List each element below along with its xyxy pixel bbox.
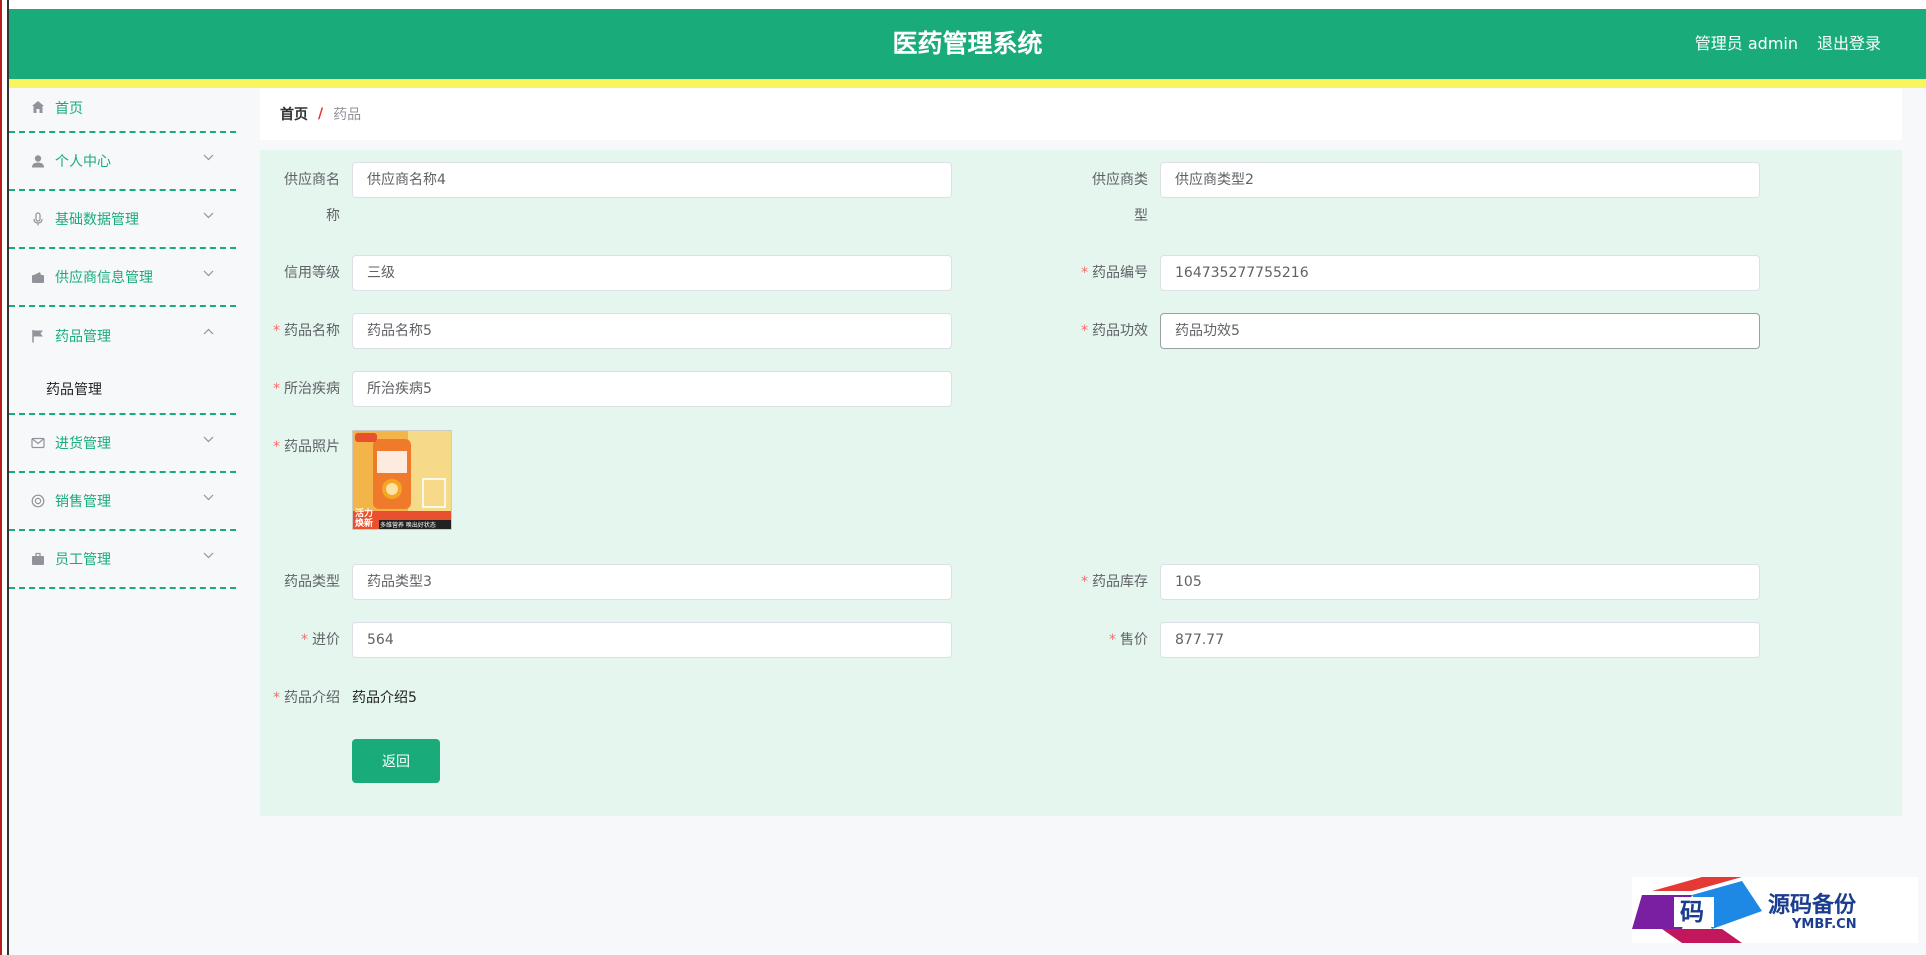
chevron-down-icon (203, 549, 214, 562)
breadcrumb-current: 药品 (333, 107, 362, 123)
back-button[interactable]: 返回 (352, 739, 440, 783)
required-mark: * (301, 632, 308, 648)
disease-field[interactable]: 所治疾病5 (352, 371, 952, 407)
sidebar-subitem-drug-management[interactable]: 药品管理 (9, 365, 236, 415)
sidebar: 首页 个人中心 基础数据管理 供应商信息管理 药品管理 药品管理 进货管理 销售… (9, 88, 236, 955)
supplier-name-field[interactable]: 供应商名称4 (352, 162, 952, 198)
top-strip (0, 0, 1926, 9)
purchase-price-field[interactable]: 564 (352, 622, 952, 658)
sidebar-item-label: 员工管理 (55, 552, 111, 568)
required-mark: * (273, 690, 280, 706)
drug-code-field[interactable]: 164735277755216 (1160, 255, 1760, 291)
breadcrumb: 首页 / 药品 (260, 88, 1902, 140)
intro-label: * 药品介绍 (273, 690, 340, 706)
current-user: 管理员 admin (1694, 34, 1798, 53)
home-icon (29, 98, 47, 116)
sidebar-item-base-data[interactable]: 基础数据管理 (9, 191, 236, 249)
watermark-logo: 码 源码备份 YMBF.CN (1632, 877, 1918, 943)
drug-effect-field[interactable]: 药品功效5 (1160, 313, 1760, 349)
sidebar-item-label: 首页 (55, 101, 83, 117)
required-mark: * (273, 323, 280, 339)
flag-icon (29, 327, 47, 345)
sidebar-item-sales[interactable]: 销售管理 (9, 473, 236, 531)
drug-type-label: 药品类型 (284, 574, 340, 590)
watermark-logo-char: 码 (1680, 897, 1704, 926)
main-content: 首页 / 药品 供应商名 称 供应商名称4 供应商类 型 供应商类型2 信用等级… (236, 88, 1926, 955)
photo-caption-top: 活力焕新 (355, 509, 374, 529)
required-mark: * (273, 381, 280, 397)
required-mark: * (1081, 574, 1088, 590)
app-header: 医药管理系统 管理员 admin 退出登录 (9, 9, 1926, 79)
sidebar-item-purchase[interactable]: 进货管理 (9, 415, 236, 473)
sidebar-item-label: 个人中心 (55, 154, 111, 170)
breadcrumb-separator: / (318, 106, 324, 122)
supplier-name-label: 供应商名 称 (284, 172, 340, 224)
drug-effect-label: * 药品功效 (1081, 323, 1148, 339)
sidebar-item-staff[interactable]: 员工管理 (9, 531, 236, 589)
drug-code-label: * 药品编号 (1081, 265, 1148, 281)
sidebar-item-label: 进货管理 (55, 436, 111, 452)
purchase-price-label: * 进价 (301, 632, 340, 648)
drug-detail-form: 供应商名 称 供应商名称4 供应商类 型 供应商类型2 信用等级 三级 * 药品编… (260, 150, 1902, 816)
chevron-down-icon (203, 491, 214, 504)
logout-link[interactable]: 退出登录 (1817, 9, 1881, 79)
credit-level-label: 信用等级 (284, 265, 340, 281)
sale-price-label: * 售价 (1109, 632, 1148, 648)
sidebar-item-label: 药品管理 (55, 329, 111, 345)
sidebar-item-profile[interactable]: 个人中心 (9, 133, 236, 191)
required-mark: * (273, 439, 280, 455)
window-left-edge (0, 0, 9, 955)
watermark-subtitle: YMBF.CN (1792, 917, 1857, 932)
app-title: 医药管理系统 (892, 29, 1043, 58)
sidebar-item-label: 供应商信息管理 (55, 270, 153, 286)
user-icon (29, 152, 47, 170)
sidebar-item-label: 销售管理 (55, 494, 111, 510)
photo-caption-bottom: 多维营养 唤出好状态 (380, 522, 436, 529)
watermark-title: 源码备份 (1768, 892, 1857, 918)
message-icon (29, 434, 47, 452)
supplier-type-field[interactable]: 供应商类型2 (1160, 162, 1760, 198)
sidebar-item-drug-management[interactable]: 药品管理 (9, 307, 236, 365)
chevron-down-icon (203, 209, 214, 222)
intro-text: 药品介绍5 (352, 690, 417, 706)
credit-level-field[interactable]: 三级 (352, 255, 952, 291)
drug-type-field[interactable]: 药品类型3 (352, 564, 952, 600)
chevron-up-icon (203, 325, 214, 338)
microphone-icon (29, 210, 47, 228)
supplier-type-label: 供应商类 型 (1092, 172, 1148, 224)
required-mark: * (1109, 632, 1116, 648)
chevron-down-icon (203, 267, 214, 280)
drug-name-label: * 药品名称 (273, 323, 340, 339)
sidebar-item-label: 基础数据管理 (55, 212, 139, 228)
breadcrumb-home[interactable]: 首页 (280, 104, 308, 124)
drug-photo[interactable]: 活力焕新 多维营养 唤出好状态 (352, 430, 452, 530)
briefcase-icon (29, 550, 47, 568)
stock-label: * 药品库存 (1081, 574, 1148, 590)
header-accent-strip (9, 79, 1926, 88)
disease-label: * 所治疾病 (273, 381, 340, 397)
required-mark: * (1081, 265, 1088, 281)
drug-photo-label: * 药品照片 (273, 439, 340, 455)
stock-field[interactable]: 105 (1160, 564, 1760, 600)
sidebar-item-home[interactable]: 首页 (9, 88, 236, 133)
lifebuoy-icon (29, 492, 47, 510)
wallet-icon (29, 268, 47, 286)
sidebar-item-supplier[interactable]: 供应商信息管理 (9, 249, 236, 307)
required-mark: * (1081, 323, 1088, 339)
drug-name-field[interactable]: 药品名称5 (352, 313, 952, 349)
sale-price-field[interactable]: 877.77 (1160, 622, 1760, 658)
chevron-down-icon (203, 151, 214, 164)
chevron-down-icon (203, 433, 214, 446)
